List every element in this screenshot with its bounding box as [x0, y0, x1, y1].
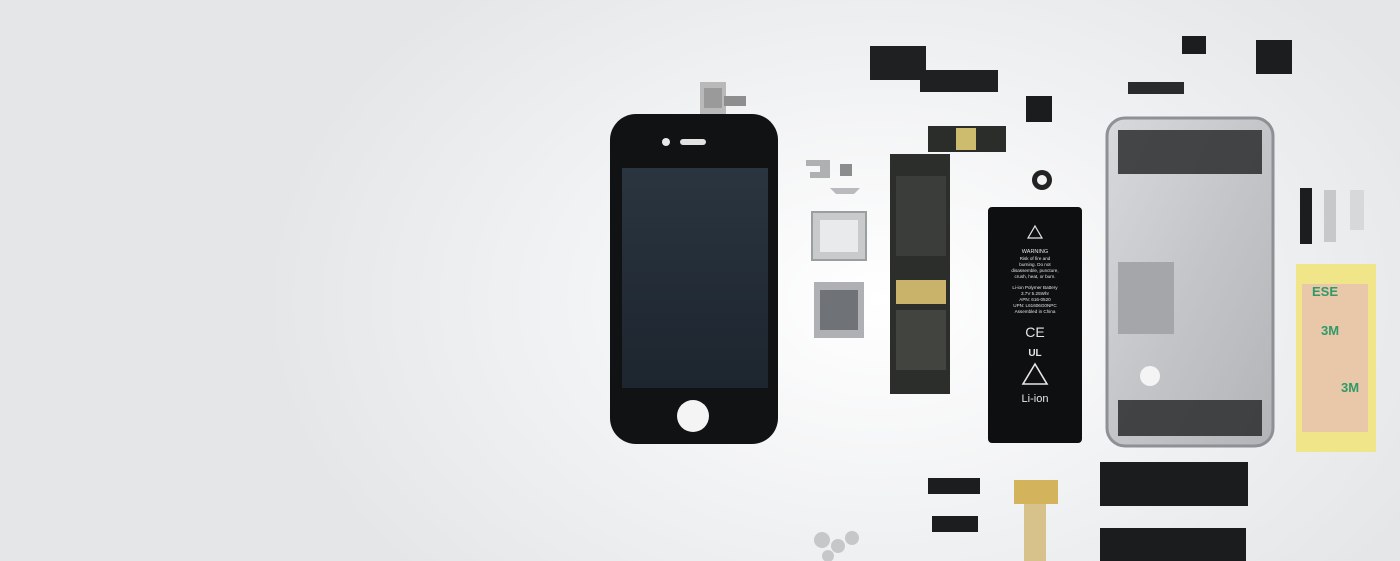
tape-text-fragment: ESE [1312, 284, 1338, 299]
camera-parts [1026, 96, 1052, 190]
logic-board [870, 46, 1006, 394]
battery-spec-line: Li-ion Polymer Battery [1012, 285, 1058, 290]
adhesive-tape: 3M 3M ESE [1296, 264, 1376, 452]
phone-teardown-scene: WARNING Risk of fire and burning. Do not… [0, 0, 1400, 561]
home-button [677, 400, 709, 432]
display-assembly [610, 82, 778, 444]
mid-frame [1105, 116, 1275, 448]
battery-warning: WARNING [1022, 249, 1048, 255]
front-camera [662, 138, 670, 146]
battery-spec-line: 3.7V 5.25Whr [1021, 291, 1050, 296]
lcd-screen [622, 168, 768, 388]
battery-warning-line: disassemble, puncture, [1011, 268, 1058, 273]
battery-spec-line: APN: 616-0520 [1019, 297, 1051, 302]
small-brackets [806, 160, 867, 338]
tape-3m: 3M [1341, 380, 1359, 395]
li-ion-label: Li-ion [1022, 393, 1049, 405]
battery: WARNING Risk of fire and burning. Do not… [988, 207, 1082, 443]
tape-3m: 3M [1321, 323, 1339, 338]
battery-warning-line: crush, heat, or burn. [1014, 274, 1055, 279]
battery-spec-line: UPN: L61606G0NPC [1013, 303, 1057, 308]
battery-warning-line: burning. Do not [1019, 262, 1051, 267]
earpiece-slot [680, 139, 706, 145]
ce-mark: CE [1025, 324, 1044, 340]
battery-spec-line: Assembled in China [1015, 309, 1056, 314]
ul-mark: UL [1028, 348, 1041, 359]
battery-warning-line: Risk of fire and [1020, 256, 1051, 261]
teardown-illustration: WARNING Risk of fire and burning. Do not… [610, 36, 1376, 561]
bottom-parts [814, 462, 1248, 561]
